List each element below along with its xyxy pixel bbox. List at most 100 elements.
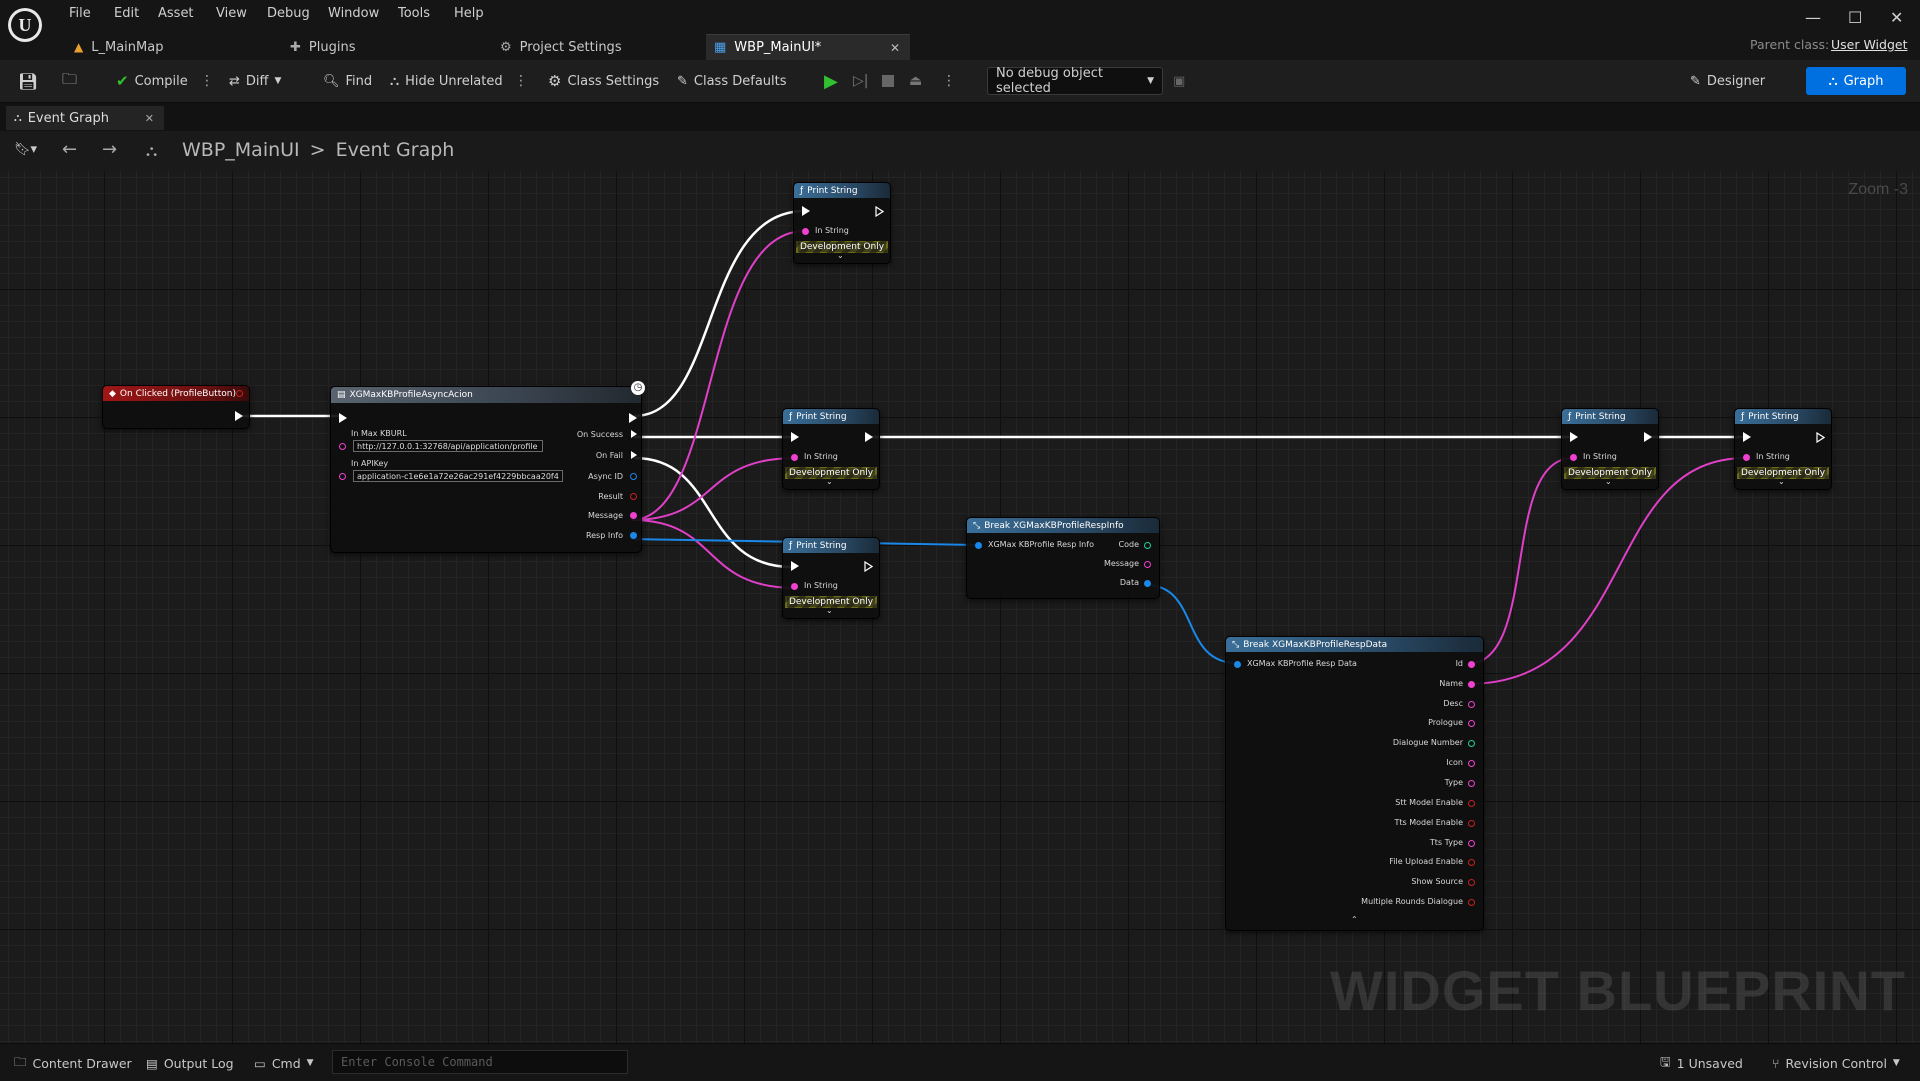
print-string-node[interactable]: ƒ Print String In String Development Only… [782, 408, 880, 490]
class-defaults-button[interactable]: ✎ Class Defaults [677, 70, 787, 92]
hide-unrelated-button[interactable]: ⛬ Hide Unrelated [390, 70, 503, 92]
menu-help[interactable]: Help [454, 6, 484, 21]
print-string-node[interactable]: ƒ Print String In String Development Only… [1561, 408, 1659, 490]
expand-chevron-icon[interactable]: ⌄ [1605, 477, 1612, 486]
tts-model-enable-pin[interactable] [1468, 820, 1475, 827]
revision-control-button[interactable]: ⑂ Revision Control ▼ [1772, 1054, 1900, 1072]
step-button[interactable]: ▷| [853, 70, 868, 92]
minimize-icon[interactable]: — [1805, 8, 1821, 27]
result-pin[interactable] [630, 493, 637, 500]
resp-info-input-pin[interactable] [975, 542, 982, 549]
in-apikey-input[interactable]: application-c1e6e1a72e26ac291ef4229bbcaa… [353, 470, 563, 482]
find-button[interactable]: 🔍︎ Find [323, 70, 372, 92]
file-upload-enable-pin[interactable] [1468, 859, 1475, 866]
exec-in-pin[interactable] [791, 561, 799, 571]
close-tab-icon[interactable]: ✕ [890, 41, 900, 55]
bookmark-icon[interactable]: 🔖︎▾ [14, 142, 37, 157]
exec-out-pin[interactable] [629, 413, 637, 423]
diff-button[interactable]: ⇄ Diff ▼ [229, 70, 281, 92]
break-resp-info-node[interactable]: ⤡ Break XGMaxKBProfileRespInfo XGMax KBPr… [966, 517, 1160, 599]
exec-in-pin[interactable] [1743, 432, 1751, 442]
menu-edit[interactable]: Edit [114, 6, 139, 21]
compile-options-icon[interactable]: ⋮ [200, 70, 214, 92]
stt-model-enable-pin[interactable] [1468, 800, 1475, 807]
browse-button[interactable]: 🗀 [62, 70, 77, 92]
expand-chevron-icon[interactable]: ⌄ [826, 477, 833, 486]
type-pin[interactable] [1468, 780, 1475, 787]
hide-unrelated-options-icon[interactable]: ⋮ [514, 70, 528, 92]
desc-pin[interactable] [1468, 701, 1475, 708]
exec-in-pin[interactable] [802, 206, 810, 216]
eject-button[interactable]: ⏏ [909, 70, 922, 92]
exec-in-pin[interactable] [791, 432, 799, 442]
menu-view[interactable]: View [216, 6, 247, 21]
exec-out-pin[interactable] [235, 411, 243, 421]
prologue-pin[interactable] [1468, 720, 1475, 727]
play-button[interactable]: ▶ [824, 70, 838, 92]
stop-button[interactable] [882, 70, 894, 92]
show-source-pin[interactable] [1468, 879, 1475, 886]
tts-type-pin[interactable] [1468, 840, 1475, 847]
in-string-pin[interactable] [1570, 454, 1577, 461]
exec-in-pin[interactable] [339, 413, 347, 423]
class-settings-button[interactable]: ⚙ Class Settings [548, 70, 659, 92]
exec-out-pin[interactable] [1644, 432, 1652, 442]
tab-event-graph[interactable]: ⛬ Event Graph ✕ [6, 106, 164, 130]
in-string-pin[interactable] [791, 583, 798, 590]
console-command-input[interactable]: Enter Console Command [332, 1050, 628, 1074]
forward-arrow-icon[interactable]: → [102, 139, 117, 160]
print-string-node[interactable]: ƒ Print String In String Development Only… [793, 182, 891, 264]
graph-canvas[interactable]: Zoom -3 ◆ On Clicked (ProfileButton) ▤ XGM… [0, 171, 1920, 1043]
menu-file[interactable]: File [69, 6, 91, 21]
graph-mode-button[interactable]: ⛬ Graph [1806, 67, 1906, 95]
unsaved-button[interactable]: 🖫 1 Unsaved [1660, 1054, 1743, 1072]
exec-in-pin[interactable] [1570, 432, 1578, 442]
id-pin[interactable] [1468, 661, 1475, 668]
output-log-button[interactable]: ▤ Output Log [146, 1054, 234, 1072]
compile-button[interactable]: ✔ Compile [116, 70, 188, 92]
back-arrow-icon[interactable]: ← [62, 139, 77, 160]
maximize-icon[interactable]: ☐ [1848, 8, 1862, 27]
menu-asset[interactable]: Asset [158, 6, 194, 21]
tab-wbp-mainui[interactable]: ▦ WBP_MainUI* ✕ [706, 34, 910, 60]
icon-pin[interactable] [1468, 760, 1475, 767]
exec-out-pin[interactable] [1816, 432, 1825, 443]
code-pin[interactable] [1144, 542, 1151, 549]
in-apikey-pin[interactable] [339, 473, 346, 480]
collapse-chevron-icon[interactable]: ⌃ [1351, 915, 1358, 924]
print-string-node[interactable]: ƒ Print String In String Development Only… [1734, 408, 1832, 490]
tab-plugins[interactable]: ✚ Plugins [290, 34, 410, 60]
on-success-pin[interactable] [631, 430, 637, 438]
delegate-pin[interactable] [236, 390, 243, 397]
in-string-pin[interactable] [802, 228, 809, 235]
in-max-kburl-pin[interactable] [339, 443, 346, 450]
in-string-pin[interactable] [1743, 454, 1750, 461]
exec-out-pin[interactable] [864, 561, 873, 572]
event-node-on-clicked[interactable]: ◆ On Clicked (ProfileButton) [102, 385, 250, 429]
content-drawer-button[interactable]: 🗀 Content Drawer [14, 1054, 132, 1072]
close-window-icon[interactable]: ✕ [1890, 8, 1903, 27]
tab-l-mainmap[interactable]: ▲ L_MainMap [74, 34, 244, 60]
unreal-logo-icon[interactable]: U [8, 8, 42, 42]
dialogue-number-pin[interactable] [1468, 740, 1475, 747]
debug-browse-button[interactable]: ▣ [1173, 70, 1185, 92]
break-resp-data-node[interactable]: ⤡ Break XGMaxKBProfileRespData XGMax KBPr… [1225, 636, 1484, 931]
message-pin[interactable] [630, 512, 637, 519]
in-max-kburl-input[interactable]: http://127.0.0.1:32768/api/application/p… [353, 440, 543, 452]
resp-info-pin[interactable] [630, 532, 637, 539]
tab-project-settings[interactable]: ⚙ Project Settings [500, 34, 660, 60]
debug-object-select[interactable]: No debug object selected ▼ [987, 66, 1163, 96]
cmd-dropdown[interactable]: ▭ Cmd ▼ [254, 1054, 314, 1072]
breadcrumb-root[interactable]: WBP_MainUI [182, 139, 300, 161]
designer-mode-button[interactable]: ✎ Designer [1690, 67, 1782, 95]
multiple-rounds-dialogue-pin[interactable] [1468, 899, 1475, 906]
resp-data-input-pin[interactable] [1234, 661, 1241, 668]
parent-class-link[interactable]: User Widget [1831, 37, 1907, 52]
close-tab-icon[interactable]: ✕ [145, 112, 154, 125]
menu-tools[interactable]: Tools [398, 6, 430, 21]
name-pin[interactable] [1468, 681, 1475, 688]
play-options-icon[interactable]: ⋮ [942, 70, 956, 92]
async-id-pin[interactable] [630, 473, 637, 480]
on-fail-pin[interactable] [631, 451, 637, 459]
save-button[interactable]: 💾︎ [18, 70, 38, 92]
